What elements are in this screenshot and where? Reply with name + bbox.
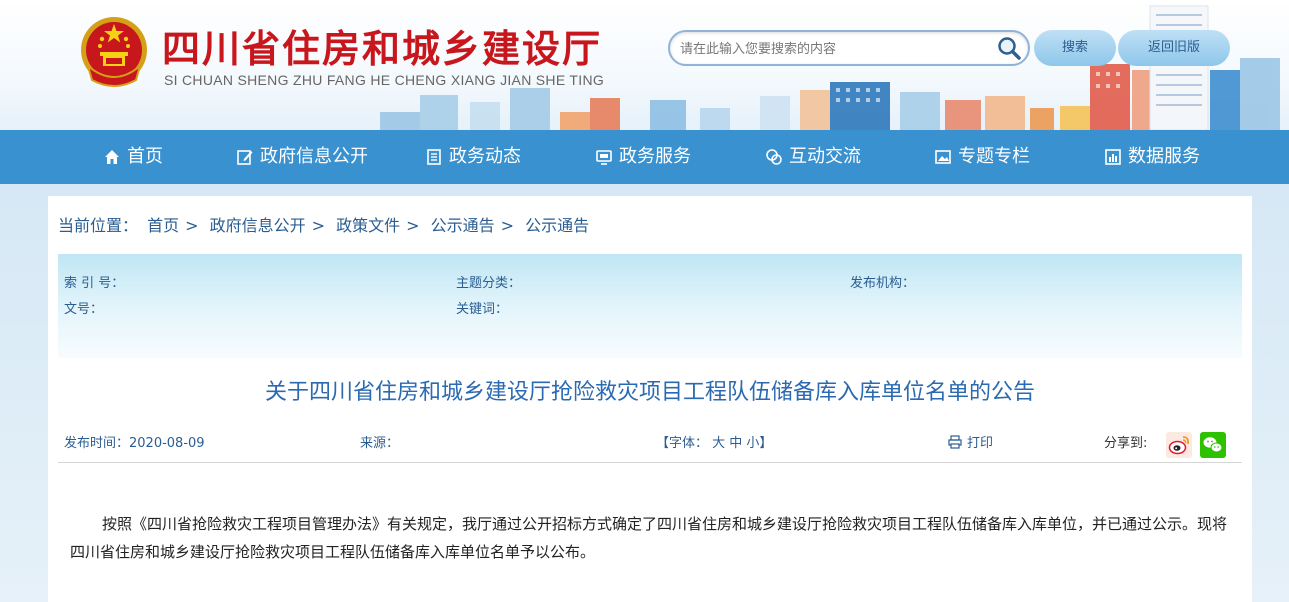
edit-icon xyxy=(237,150,253,165)
breadcrumb-item-notices[interactable]: 公示通告 xyxy=(431,216,495,235)
breadcrumb-item-notices-current[interactable]: 公示通告 xyxy=(525,216,589,235)
main-nav: 首页 政府信息公开 政务动态 政务服务 互动交流 专题专栏 数据服务 xyxy=(0,130,1289,184)
source-label: 来源： xyxy=(360,436,400,451)
search-button[interactable]: 搜索 xyxy=(1034,30,1116,66)
document-meta-box: 索 引 号： 主题分类： 发布机构： 文号： 关键词： xyxy=(58,254,1242,358)
breadcrumb-separator: > xyxy=(185,216,199,235)
wechat-share-icon[interactable] xyxy=(1200,432,1226,458)
site-pinyin-subtitle: SI CHUAN SHENG ZHU FANG HE CHENG XIANG J… xyxy=(164,72,605,88)
breadcrumb-separator: > xyxy=(311,216,326,235)
breadcrumb-item-gov-info[interactable]: 政府信息公开 xyxy=(210,216,306,235)
print-button[interactable]: 打印 xyxy=(948,432,993,451)
share-label: 分享到: xyxy=(1104,436,1148,451)
content-panel: 当前位置： 首页 > 政府信息公开 > 政策文件 > 公示通告 > 公示通告 索 引 号… xyxy=(48,196,1252,602)
weibo-share-icon[interactable] xyxy=(1166,432,1192,458)
nav-item-label: 互动交流 xyxy=(789,146,861,167)
breadcrumb: 当前位置： 首页 > 政府信息公开 > 政策文件 > 公示通告 > 公示通告 xyxy=(58,212,589,236)
article-divider xyxy=(58,462,1242,463)
old-version-button[interactable]: 返回旧版 xyxy=(1118,30,1230,66)
site-header: 四川省住房和城乡建设厅 SI CHUAN SHENG ZHU FANG HE C… xyxy=(0,0,1289,130)
article-title: 关于四川省住房和城乡建设厅抢险救灾项目工程队伍储备库入库单位名单的公告 xyxy=(264,380,1035,405)
home-icon xyxy=(105,150,119,164)
search-input[interactable] xyxy=(680,38,980,60)
font-size-selector[interactable]: 【字体： 大 中 小】 xyxy=(656,432,772,451)
nav-item-topics[interactable]: 专题专栏 xyxy=(934,130,1030,184)
nav-item-services[interactable]: 政务服务 xyxy=(595,130,691,184)
nav-item-label: 数据服务 xyxy=(1128,146,1200,167)
meta-index-label: 索 引 号： xyxy=(64,276,125,291)
nav-item-home[interactable]: 首页 xyxy=(103,130,163,184)
meta-keywords-label: 关键词： xyxy=(456,302,509,317)
meta-docno-label: 文号： xyxy=(64,302,104,317)
printer-icon xyxy=(948,434,962,449)
breadcrumb-separator: > xyxy=(406,216,420,235)
meta-publisher-label: 发布机构： xyxy=(850,276,916,291)
nav-item-label: 首页 xyxy=(127,146,163,167)
search-box xyxy=(668,30,1030,66)
chart-icon xyxy=(1105,149,1121,165)
nav-item-label: 专题专栏 xyxy=(958,146,1030,167)
breadcrumb-separator: > xyxy=(500,216,515,235)
nav-item-data[interactable]: 数据服务 xyxy=(1104,130,1200,184)
nav-item-label: 政务动态 xyxy=(449,146,521,167)
image-icon xyxy=(935,150,951,164)
chat-icon xyxy=(766,149,782,165)
print-label: 打印 xyxy=(967,436,994,451)
breadcrumb-prefix: 当前位置： xyxy=(58,216,139,235)
nav-item-label: 政府信息公开 xyxy=(260,146,368,167)
breadcrumb-item-policy[interactable]: 政策文件 xyxy=(336,216,400,235)
publish-date: 发布时间：2020-08-09 xyxy=(64,436,205,451)
national-emblem-logo xyxy=(81,17,147,87)
article-body: 按照《四川省抢险救灾工程项目管理办法》有关规定，我厅通过公开招标方式确定了四川省… xyxy=(70,515,1228,561)
meta-topic-label: 主题分类： xyxy=(456,276,522,291)
document-icon xyxy=(427,149,441,165)
nav-item-news[interactable]: 政务动态 xyxy=(425,130,521,184)
site-title: 四川省住房和城乡建设厅 xyxy=(162,26,603,71)
monitor-icon xyxy=(596,150,612,165)
search-icon[interactable] xyxy=(996,35,1022,61)
breadcrumb-item-home[interactable]: 首页 xyxy=(147,216,179,235)
nav-item-interaction[interactable]: 互动交流 xyxy=(765,130,861,184)
nav-item-gov-info[interactable]: 政府信息公开 xyxy=(236,130,368,184)
nav-item-label: 政务服务 xyxy=(619,146,691,167)
